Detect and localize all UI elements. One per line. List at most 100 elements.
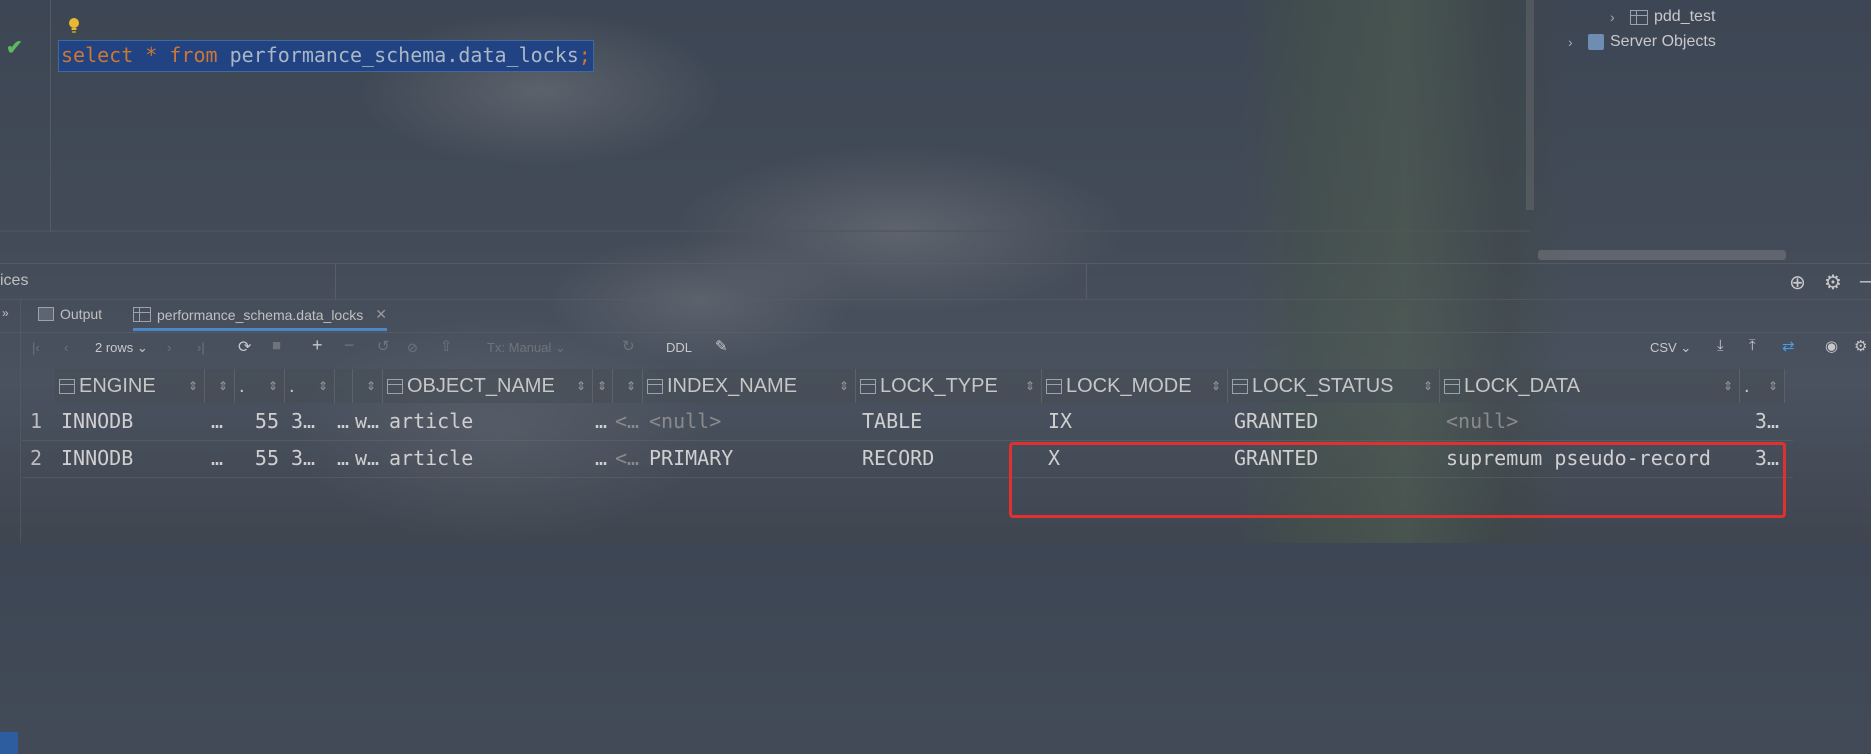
sort-icon[interactable]: ⇕ [366, 379, 376, 393]
column-header-index-name[interactable]: INDEX_NAME ⇕ [643, 369, 856, 403]
sort-icon[interactable]: ⇕ [218, 379, 228, 393]
view-icon[interactable]: ◉ [1825, 337, 1838, 355]
gear-icon[interactable]: ⚙ [1824, 270, 1842, 295]
cell[interactable]: 3… [285, 440, 335, 477]
cell[interactable]: … [205, 440, 235, 477]
cell[interactable]: 55 [235, 440, 285, 477]
column-icon [860, 378, 876, 394]
tree-item-pdd-test[interactable]: › pdd_test [1610, 8, 1715, 26]
column-header-collapsed[interactable]: . ⇕ [285, 369, 335, 403]
cell[interactable]: <… [613, 403, 643, 440]
column-header-label: ENGINE [79, 374, 156, 397]
rows-count-dropdown[interactable]: 2 rows ⌄ [95, 340, 148, 356]
export-format-dropdown[interactable]: CSV ⌄ [1650, 340, 1691, 356]
cell-lock-status[interactable]: GRANTED [1228, 403, 1440, 440]
minimize-icon[interactable]: – [1860, 270, 1871, 295]
tx-mode-dropdown[interactable]: Tx: Manual ⌄ [487, 340, 566, 356]
cell-object-name[interactable]: article [383, 403, 593, 440]
expand-icon[interactable]: » [2, 306, 9, 320]
sort-icon[interactable]: ⇕ [576, 379, 586, 393]
settings-icon[interactable]: ⚙ [1854, 337, 1867, 355]
next-page-icon[interactable]: › [167, 340, 171, 355]
remove-row-icon[interactable]: − [344, 335, 355, 356]
cell[interactable]: … [335, 403, 353, 440]
sql-editor[interactable]: ✔ select * from performance_schema.data_… [0, 0, 1534, 232]
sql-statement[interactable]: select * from performance_schema.data_lo… [58, 40, 594, 72]
column-header-label: LOCK_MODE [1066, 374, 1192, 397]
tree-item-label: Server Objects [1610, 33, 1716, 50]
pin-icon[interactable]: ✎ [715, 337, 728, 355]
cell-object-name[interactable]: article [383, 440, 593, 477]
cell[interactable]: … [205, 403, 235, 440]
cell-index-name[interactable]: <null> [643, 403, 856, 440]
sort-icon[interactable]: ⇕ [626, 379, 636, 393]
sort-icon[interactable]: ⇕ [1423, 379, 1433, 393]
cell[interactable]: 55 [235, 403, 285, 440]
active-tool-marker[interactable] [0, 732, 18, 754]
cell[interactable]: <… [613, 440, 643, 477]
sort-icon[interactable]: ⇕ [1768, 379, 1778, 393]
column-header-object-name[interactable]: OBJECT_NAME ⇕ [383, 369, 593, 403]
tree-scrollbar[interactable] [1538, 250, 1786, 260]
column-header-engine[interactable]: ENGINE ⇕ [55, 369, 205, 403]
submit-icon[interactable]: ⇧ [440, 337, 453, 355]
add-row-icon[interactable]: + [312, 335, 323, 356]
cell-lock-data[interactable]: <null> [1440, 403, 1740, 440]
revert-selected-icon[interactable]: ⊘ [407, 340, 418, 356]
last-page-icon[interactable]: ›| [197, 340, 205, 355]
column-header-lock-type[interactable]: LOCK_TYPE ⇕ [856, 369, 1042, 403]
chevron-right-icon[interactable]: › [1610, 9, 1624, 25]
sort-icon[interactable]: ⇕ [268, 379, 278, 393]
sort-icon[interactable]: ⇕ [597, 379, 607, 393]
ddl-button[interactable]: DDL [666, 340, 692, 355]
download-icon[interactable]: ⤓ [1717, 337, 1724, 354]
cell-engine[interactable]: INNODB [55, 440, 205, 477]
close-icon[interactable]: ✕ [375, 306, 387, 323]
prev-page-icon[interactable]: ‹ [64, 340, 68, 355]
column-header-collapsed[interactable]: ⇕ [205, 369, 235, 403]
sort-icon[interactable]: ⇕ [318, 379, 328, 393]
column-header-lock-mode[interactable]: LOCK_MODE ⇕ [1042, 369, 1228, 403]
table-row[interactable]: 1 INNODB … 55 3… … w… article … <… <null… [22, 403, 1793, 441]
sort-icon[interactable]: ⇕ [188, 379, 198, 393]
column-header-collapsed[interactable] [335, 369, 353, 403]
tree-item-server-objects[interactable]: › Server Objects [1568, 33, 1716, 51]
sort-icon[interactable]: ⇕ [1025, 379, 1035, 393]
column-header-label: . [239, 374, 245, 397]
cell-index-name[interactable]: PRIMARY [643, 440, 856, 477]
sort-icon[interactable]: ⇕ [1211, 379, 1221, 393]
editor-scrollbar[interactable] [1526, 0, 1534, 210]
sort-icon[interactable]: ⇕ [839, 379, 849, 393]
tab-output[interactable]: Output [38, 306, 102, 322]
stop-icon[interactable]: ■ [272, 337, 281, 354]
column-header-collapsed[interactable]: ⇕ [613, 369, 643, 403]
refresh-icon[interactable]: ⟳ [238, 337, 251, 357]
column-header-collapsed[interactable]: ⇕ [353, 369, 383, 403]
cell[interactable]: … [593, 440, 613, 477]
editor-gutter: ✔ [0, 0, 51, 232]
first-page-icon[interactable]: |‹ [32, 340, 40, 355]
column-header-collapsed[interactable]: . ⇕ [235, 369, 285, 403]
tab-data-locks[interactable]: performance_schema.data_locks ✕ [133, 306, 387, 331]
cell-engine[interactable]: INNODB [55, 403, 205, 440]
rollback-icon[interactable]: ↻ [622, 337, 635, 355]
sort-icon[interactable]: ⇕ [1723, 379, 1733, 393]
cell[interactable]: … [593, 403, 613, 440]
lightbulb-icon[interactable] [68, 17, 80, 35]
compare-icon[interactable]: ⇄ [1782, 337, 1795, 355]
crosshair-icon[interactable]: ⊕ [1789, 270, 1806, 295]
column-header-collapsed[interactable]: ⇕ [593, 369, 613, 403]
cell-lock-mode[interactable]: IX [1042, 403, 1228, 440]
upload-icon[interactable]: ⤒ [1749, 337, 1756, 354]
cell[interactable]: w… [353, 440, 383, 477]
cell[interactable]: … [335, 440, 353, 477]
cell[interactable]: 3… [285, 403, 335, 440]
cell[interactable]: w… [353, 403, 383, 440]
column-header-lock-status[interactable]: LOCK_STATUS ⇕ [1228, 369, 1440, 403]
cell-lock-type[interactable]: TABLE [856, 403, 1042, 440]
revert-icon[interactable]: ↺ [377, 337, 390, 355]
column-header-lock-data[interactable]: LOCK_DATA ⇕ [1440, 369, 1740, 403]
cell[interactable]: 3… [1740, 403, 1785, 440]
column-header-collapsed[interactable]: . ⇕ [1740, 369, 1785, 403]
chevron-right-icon[interactable]: › [1568, 34, 1582, 50]
